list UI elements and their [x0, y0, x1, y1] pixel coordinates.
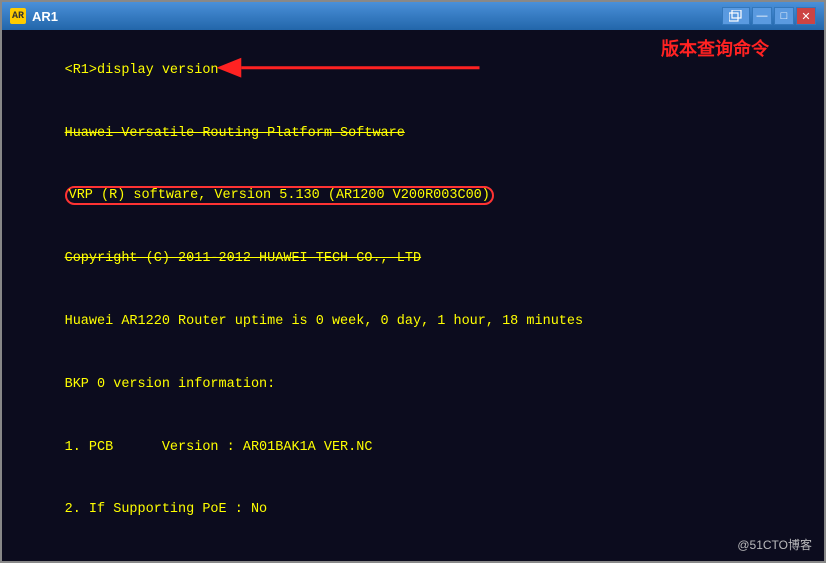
- watermark-text: @51CTO博客: [737, 536, 812, 553]
- titlebar: AR AR1 — □ ✕: [2, 2, 824, 30]
- window-title: AR1: [32, 9, 722, 24]
- close-button[interactable]: ✕: [796, 7, 816, 25]
- vrp-highlight: VRP (R) software, Version 5.130 (AR1200 …: [65, 186, 494, 205]
- minimize-button[interactable]: —: [752, 7, 772, 25]
- window-controls: — □ ✕: [722, 7, 816, 25]
- terminal-line-3: VRP (R) software, Version 5.130 (AR1200 …: [65, 186, 494, 205]
- terminal-line-4: Copyright (C) 2011-2012 HUAWEI TECH CO.,…: [65, 251, 421, 266]
- terminal-line-8: 2. If Supporting PoE : No: [65, 502, 268, 517]
- terminal-line-1: <R1>display version: [65, 63, 219, 78]
- window-icon: AR: [10, 8, 26, 24]
- terminal-line-5: Huawei AR1220 Router uptime is 0 week, 0…: [65, 314, 583, 329]
- restore-button[interactable]: [722, 7, 750, 25]
- terminal-area[interactable]: <R1>display version Huawei Versatile Rou…: [2, 30, 824, 561]
- chinese-annotation-label: 版本查询命令: [661, 35, 769, 61]
- main-window: AR AR1 — □ ✕ <R1>display version Huawei …: [0, 0, 826, 563]
- terminal-line-7: 1. PCB Version : AR01BAK1A VER.NC: [65, 440, 373, 455]
- terminal-line-2: Huawei Versatile Routing Platform Softwa…: [65, 126, 405, 141]
- terminal-output: <R1>display version Huawei Versatile Rou…: [16, 40, 810, 561]
- terminal-line-6: BKP 0 version information:: [65, 377, 276, 392]
- maximize-button[interactable]: □: [774, 7, 794, 25]
